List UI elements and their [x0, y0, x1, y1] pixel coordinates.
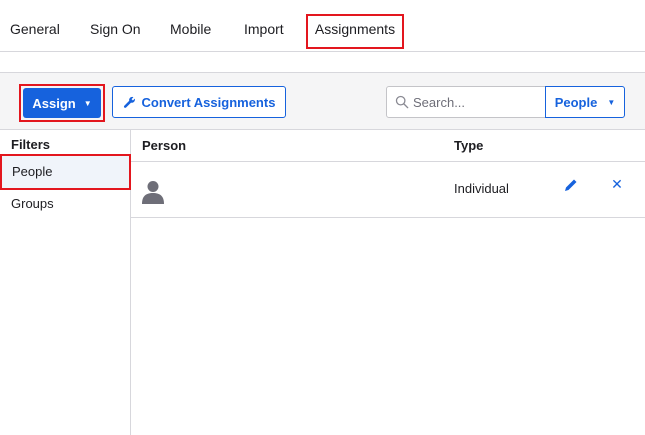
tab-mobile[interactable]: Mobile [170, 0, 211, 52]
tab-sign-on[interactable]: Sign On [90, 0, 141, 52]
convert-assignments-button[interactable]: Convert Assignments [112, 86, 286, 118]
search-box [386, 86, 546, 118]
assign-button-highlight: Assign ▼ [19, 84, 105, 122]
column-header-type: Type [454, 138, 484, 153]
filter-item-groups[interactable]: Groups [11, 196, 54, 211]
tab-bar: General Sign On Mobile Import Assignment… [0, 0, 645, 52]
scope-select[interactable]: People ▼ [545, 86, 625, 118]
tab-assignments[interactable]: Assignments [306, 14, 404, 49]
cell-type: Individual [454, 181, 509, 196]
wrench-icon [123, 96, 135, 108]
close-icon[interactable]: ✕ [609, 176, 625, 192]
assign-button[interactable]: Assign ▼ [23, 88, 101, 118]
column-header-person: Person [142, 138, 187, 153]
filters-title: Filters [11, 137, 51, 152]
tab-general[interactable]: General [10, 0, 60, 52]
scope-select-value: People [554, 94, 598, 110]
table-header: Person Type [131, 130, 645, 162]
filter-item-people[interactable]: People [0, 154, 131, 190]
person-icon [142, 181, 164, 204]
table-row: Individual ✕ [131, 162, 645, 218]
tab-import[interactable]: Import [244, 0, 284, 52]
assign-button-label: Assign [32, 95, 76, 111]
pencil-icon[interactable] [563, 177, 579, 193]
assignments-toolbar: Assign ▼ Convert Assignments People ▼ [0, 72, 645, 130]
convert-assignments-label: Convert Assignments [141, 94, 276, 110]
search-input[interactable] [413, 88, 541, 116]
chevron-down-icon: ▼ [607, 97, 616, 107]
search-icon [395, 95, 409, 109]
caret-down-icon: ▼ [83, 98, 92, 108]
filters-sidebar: Filters People Groups [0, 130, 131, 435]
